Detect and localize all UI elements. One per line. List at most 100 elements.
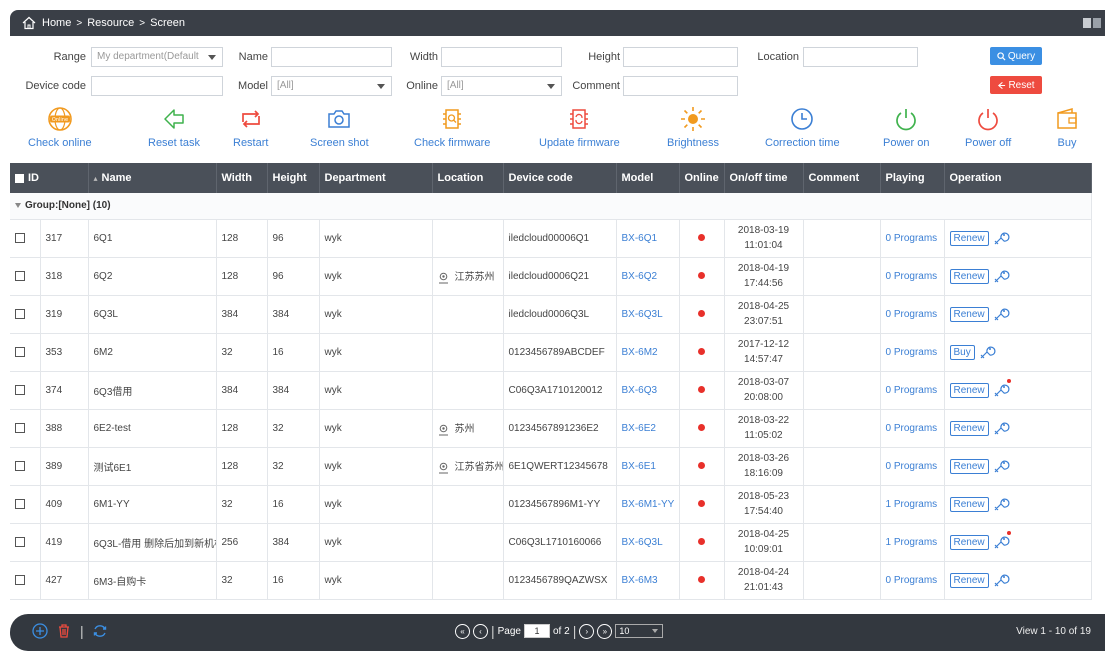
table-row[interactable]: 388 6E2-test 128 32 wyk 苏州 01234567891236E2 BX-… (10, 409, 1092, 448)
query-button[interactable]: Query (990, 47, 1042, 65)
cell-model[interactable]: BX-6E2 (616, 409, 680, 448)
cell-playing[interactable]: 0 Programs (880, 333, 945, 372)
header-comment[interactable]: Comment (803, 163, 881, 193)
renew-button[interactable]: Renew (949, 534, 989, 550)
table-row[interactable]: 427 6M3-自购卡 32 16 wyk 0123456789QAZWSX BX-6M3 2… (10, 561, 1092, 600)
tile-icon[interactable] (1093, 18, 1101, 28)
cell-model[interactable]: BX-6M1-YY (616, 485, 680, 524)
wrench-icon[interactable] (992, 379, 1011, 399)
wrench-icon[interactable] (992, 495, 1010, 513)
add-circle-icon[interactable] (32, 623, 48, 639)
reset-task-button[interactable]: Reset task (148, 106, 200, 149)
breadcrumb-home[interactable]: Home (42, 17, 71, 29)
location-input[interactable] (803, 47, 918, 67)
row-checkbox[interactable] (15, 308, 25, 319)
cell-model[interactable]: BX-6M2 (616, 333, 680, 372)
check-online-button[interactable]: Online Check online (28, 106, 92, 149)
row-checkbox[interactable] (15, 498, 25, 509)
power-off-button[interactable]: Power off (965, 106, 1011, 149)
header-location[interactable]: Location (432, 163, 504, 193)
update-firmware-button[interactable]: Update firmware (539, 106, 620, 149)
height-input[interactable] (623, 47, 738, 67)
device-code-input[interactable] (91, 76, 223, 96)
wrench-icon[interactable] (992, 267, 1010, 285)
header-name[interactable]: Name (88, 163, 217, 193)
power-on-button[interactable]: Power on (883, 106, 929, 149)
wrench-icon[interactable] (992, 531, 1011, 551)
table-row[interactable]: 318 6Q2 128 96 wyk 江苏苏州 iledcloud0006Q21 BX-6Q2… (10, 257, 1092, 296)
renew-button[interactable]: Renew (949, 496, 989, 512)
cell-model[interactable]: BX-6Q3 (616, 371, 680, 410)
cell-model[interactable]: BX-6M3 (616, 561, 680, 600)
first-page-icon[interactable]: « (455, 623, 470, 639)
row-checkbox[interactable] (15, 384, 25, 395)
header-model[interactable]: Model (616, 163, 680, 193)
row-checkbox[interactable] (15, 422, 25, 433)
cell-model[interactable]: BX-6Q3L (616, 523, 680, 562)
row-checkbox-cell[interactable] (10, 409, 41, 448)
brightness-button[interactable]: Brightness (667, 106, 719, 149)
row-checkbox-cell[interactable] (10, 523, 41, 562)
row-checkbox[interactable] (15, 574, 25, 585)
cell-playing[interactable]: 0 Programs (880, 409, 945, 448)
next-page-icon[interactable]: › (579, 623, 595, 639)
row-checkbox-cell[interactable] (10, 295, 41, 334)
refresh-icon[interactable] (92, 623, 108, 639)
row-checkbox[interactable] (15, 232, 25, 243)
tile-icon[interactable] (1083, 18, 1091, 28)
header-device-code[interactable]: Device code (503, 163, 617, 193)
model-select[interactable]: [All] (271, 76, 392, 96)
wrench-icon[interactable] (992, 305, 1010, 323)
cell-model[interactable]: BX-6Q3L (616, 295, 680, 334)
header-department[interactable]: Department (319, 163, 433, 193)
row-checkbox[interactable] (15, 346, 25, 357)
collapse-caret-icon[interactable] (15, 203, 21, 209)
header-online[interactable]: Online (679, 163, 725, 193)
row-checkbox-cell[interactable] (10, 447, 41, 486)
renew-button[interactable]: Renew (949, 458, 989, 474)
select-all-checkbox[interactable] (15, 173, 24, 183)
prev-page-icon[interactable]: ‹ (473, 623, 488, 639)
wrench-icon[interactable] (992, 571, 1010, 589)
cell-playing[interactable]: 0 Programs (880, 371, 945, 410)
last-page-icon[interactable]: » (597, 623, 613, 639)
wrench-icon[interactable] (992, 229, 1010, 247)
row-checkbox-cell[interactable] (10, 333, 41, 372)
header-onoff-time[interactable]: On/off time (724, 163, 804, 193)
page-size-select[interactable]: 10 (615, 624, 664, 638)
cell-playing[interactable]: 0 Programs (880, 561, 945, 600)
table-row[interactable]: 389 测试6E1 128 32 wyk 江苏省苏州 6E1QWERT12345678 BX-… (10, 447, 1092, 486)
comment-input[interactable] (623, 76, 738, 96)
row-checkbox-cell[interactable] (10, 561, 41, 600)
home-icon[interactable] (22, 16, 36, 30)
name-input[interactable] (271, 47, 392, 67)
renew-button[interactable]: Renew (949, 268, 989, 284)
window-controls[interactable] (1083, 18, 1101, 28)
cell-model[interactable]: BX-6E1 (616, 447, 680, 486)
renew-button[interactable]: Renew (949, 572, 989, 588)
row-checkbox[interactable] (15, 460, 25, 471)
page-number-input[interactable]: 1 (524, 624, 550, 638)
wrench-icon[interactable] (992, 457, 1010, 475)
correction-time-button[interactable]: Correction time (765, 106, 840, 149)
table-row[interactable]: 319 6Q3L 384 384 wyk iledcloud0006Q3L BX-6Q3L 2… (10, 295, 1092, 334)
cell-model[interactable]: BX-6Q2 (616, 257, 680, 296)
table-row[interactable]: 374 6Q3借用 384 384 wyk C06Q3A1710120012 BX-6Q3 2… (10, 371, 1092, 410)
row-checkbox-cell[interactable] (10, 371, 41, 410)
cell-playing[interactable]: 0 Programs (880, 219, 945, 258)
row-checkbox-cell[interactable] (10, 219, 41, 258)
renew-button[interactable]: Renew (949, 382, 989, 398)
range-select[interactable]: My department(Default (91, 47, 223, 67)
table-row[interactable]: 317 6Q1 128 96 wyk iledcloud00006Q1 BX-6Q1 2018… (10, 219, 1092, 258)
online-select[interactable]: [All] (441, 76, 562, 96)
breadcrumb-resource[interactable]: Resource (87, 17, 134, 29)
renew-button[interactable]: Renew (949, 306, 989, 322)
restart-button[interactable]: Restart (233, 106, 268, 149)
row-checkbox-cell[interactable] (10, 257, 41, 296)
row-checkbox[interactable] (15, 270, 25, 281)
cell-playing[interactable]: 0 Programs (880, 447, 945, 486)
screen-shot-button[interactable]: Screen shot (310, 106, 369, 149)
renew-button[interactable]: Buy (949, 344, 975, 360)
cell-model[interactable]: BX-6Q1 (616, 219, 680, 258)
wrench-icon[interactable] (992, 419, 1010, 437)
